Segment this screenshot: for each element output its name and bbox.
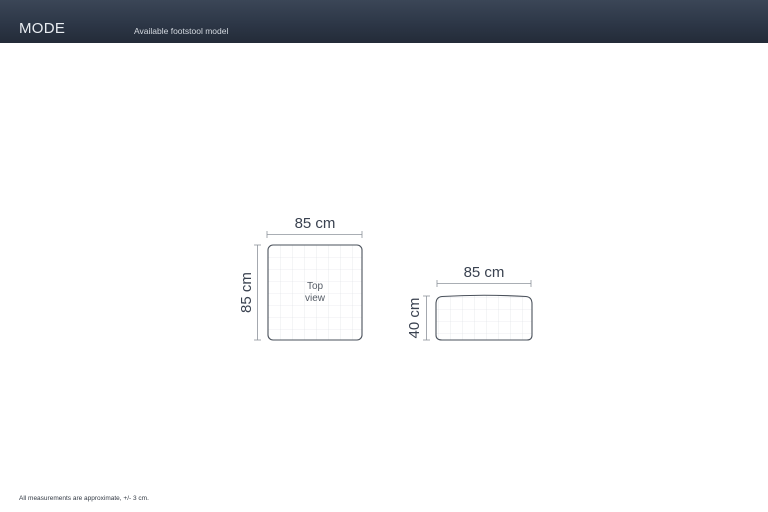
top-view-width-dimension: 85 cm [266, 215, 363, 238]
top-view-depth-dimension: 85 cm [238, 244, 261, 341]
side-view-width-dimension: 85 cm [436, 264, 532, 287]
top-view: 85 cm 85 cm Top view [238, 215, 363, 341]
side-view: 85 cm 40 cm [406, 264, 533, 341]
side-view-height-dimension: 40 cm [406, 295, 430, 341]
footstool-dimension-diagram: 85 cm 85 cm Top view 85 cm 40 cm [238, 215, 533, 341]
side-view-width-label: 85 cm [464, 264, 505, 281]
top-view-depth-label: 85 cm [238, 272, 255, 313]
top-view-label-line1: Top [307, 281, 324, 292]
measurement-disclaimer: All measurements are approximate, +/- 3 … [19, 495, 149, 502]
top-view-width-label: 85 cm [295, 215, 336, 232]
top-view-label-line2: view [305, 293, 326, 304]
side-view-height-label: 40 cm [406, 298, 423, 339]
side-view-grid [436, 295, 532, 340]
